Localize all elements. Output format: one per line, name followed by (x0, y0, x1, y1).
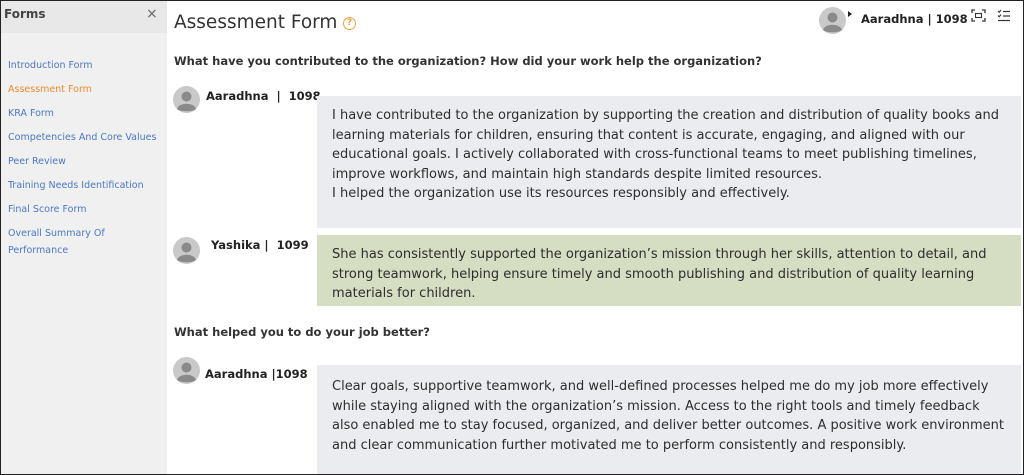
close-icon[interactable]: × (146, 7, 158, 21)
question-2: What helped you to do your job better? (174, 325, 430, 339)
sidebar-item-introduction-form[interactable]: Introduction Form (8, 54, 164, 78)
response-bubble: I have contributed to the organization b… (317, 96, 1021, 228)
response-text: She has consistently supported the organ… (332, 247, 987, 302)
avatar-icon (173, 237, 200, 264)
avatar-icon[interactable] (819, 7, 846, 34)
response-bubble: Clear goals, supportive teamwork, and we… (317, 365, 1021, 474)
response-bubble: She has consistently supported the organ… (317, 235, 1021, 306)
question-1: What have you contributed to the organiz… (174, 54, 762, 68)
sidebar-item-peer-review[interactable]: Peer Review (8, 150, 164, 174)
response-author: Aaradhna | 1098 (206, 89, 321, 103)
sidebar-header: Forms × (1, 1, 167, 33)
forms-nav: Introduction Form Assessment Form KRA Fo… (8, 54, 164, 259)
sidebar-item-training-needs[interactable]: Training Needs Identification (8, 174, 164, 198)
response-author: Aaradhna |1098 (205, 367, 308, 381)
response-author: Yashika | 1099 (211, 238, 309, 252)
sidebar-item-kra-form[interactable]: KRA Form (8, 102, 164, 126)
sidebar-item-final-score[interactable]: Final Score Form (8, 198, 164, 222)
sidebar: Forms × Introduction Form Assessment For… (1, 1, 167, 474)
page-title: Assessment Form (174, 12, 338, 33)
sidebar-item-competencies[interactable]: Competencies And Core Values (8, 126, 164, 150)
avatar-icon (173, 86, 200, 113)
sidebar-title: Forms (4, 7, 46, 21)
header-username: Aaradhna | 1098 (861, 12, 968, 26)
help-icon[interactable]: ? (343, 17, 356, 30)
avatar-icon (173, 357, 200, 384)
sidebar-item-overall-summary[interactable]: Overall Summary Of Performance (8, 222, 164, 259)
response-text: I helped the organization use its resour… (332, 186, 790, 202)
scan-icon[interactable] (971, 9, 986, 22)
checklist-icon[interactable] (997, 9, 1011, 22)
caret-right-icon[interactable] (848, 11, 852, 17)
response-text: Clear goals, supportive teamwork, and we… (332, 379, 1004, 453)
response-text: I have contributed to the organization b… (332, 108, 999, 182)
sidebar-item-assessment-form[interactable]: Assessment Form (8, 78, 164, 102)
